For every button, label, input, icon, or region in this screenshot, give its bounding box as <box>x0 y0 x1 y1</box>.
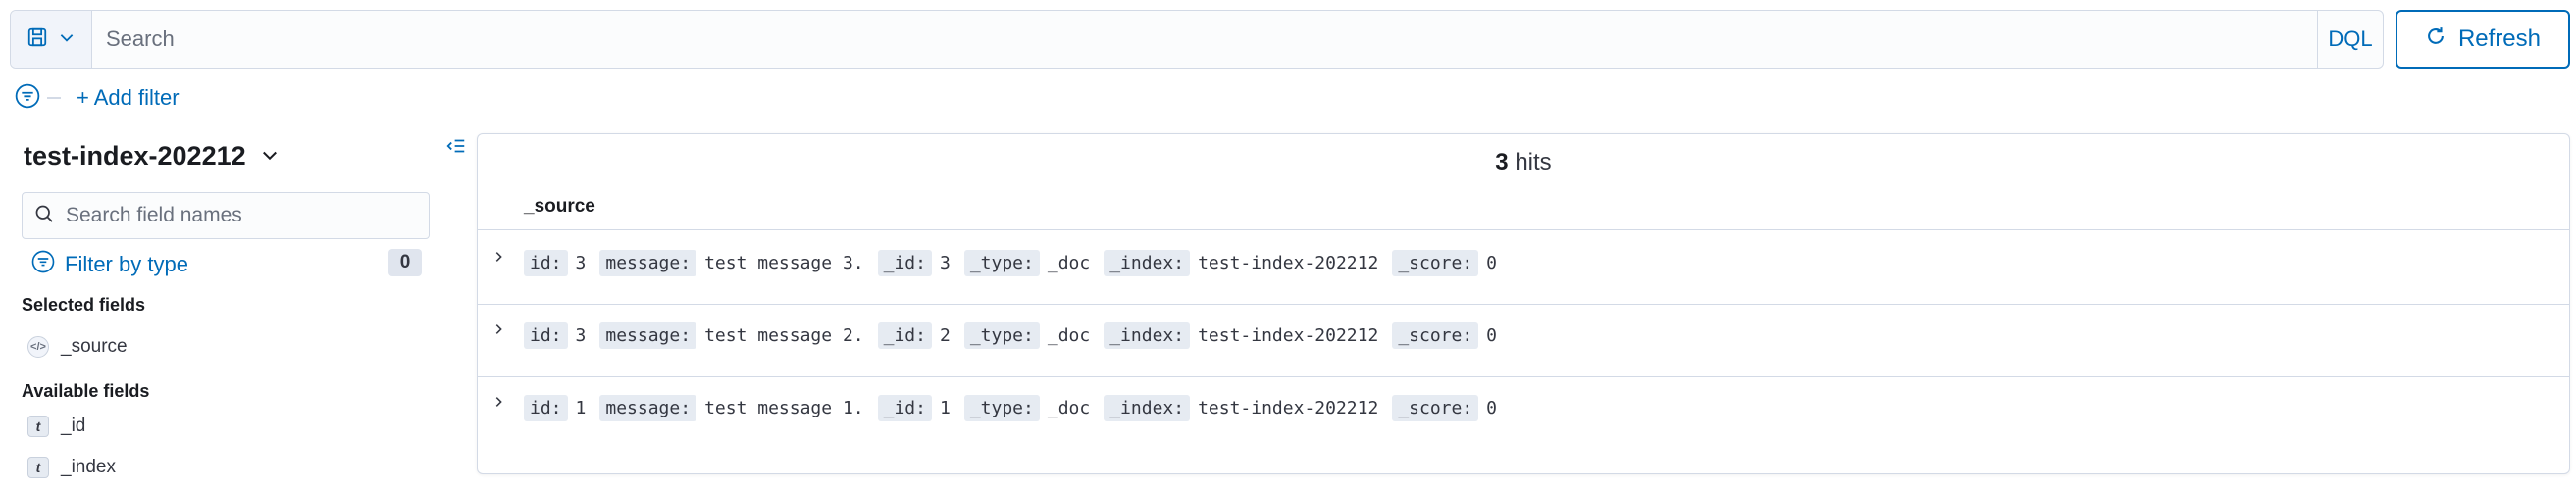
collapse-sidebar-button[interactable] <box>443 135 469 161</box>
table-row: id: 1 message: test message 1. _id: 1 _t… <box>524 392 1503 423</box>
field-name: _id <box>61 416 86 436</box>
selected-fields-title: Selected fields <box>22 295 146 315</box>
available-fields-title: Available fields <box>22 381 150 401</box>
doc-key: id: <box>524 321 568 349</box>
row-divider <box>478 376 2569 377</box>
doc-value: test message 3. <box>704 252 864 273</box>
expand-row-button[interactable] <box>489 249 508 269</box>
add-filter-button[interactable]: + Add filter <box>77 84 180 112</box>
doc-key: _index: <box>1104 321 1191 349</box>
doc-key: id: <box>524 249 568 276</box>
doc-value: test-index-202212 <box>1198 324 1379 346</box>
doc-value: test message 2. <box>704 324 864 346</box>
doc-key: message: <box>599 394 697 421</box>
doc-key: id: <box>524 394 568 421</box>
search-icon <box>34 204 54 228</box>
doc-value: 3 <box>575 252 587 273</box>
filter-icon <box>15 83 40 114</box>
doc-value: 1 <box>939 397 951 418</box>
filter-separator <box>47 97 61 99</box>
row-divider <box>478 304 2569 305</box>
doc-value: 3 <box>939 252 951 273</box>
filter-count-badge: 0 <box>388 249 422 276</box>
doc-key: _score: <box>1392 321 1479 349</box>
index-pattern-name: test-index-202212 <box>24 140 246 171</box>
doc-value: test-index-202212 <box>1198 397 1379 418</box>
doc-value: 3 <box>575 324 587 346</box>
doc-value: test message 1. <box>704 397 864 418</box>
doc-key: _index: <box>1104 394 1191 421</box>
doc-key: message: <box>599 321 697 349</box>
doc-value: 0 <box>1486 252 1498 273</box>
filter-menu-button[interactable] <box>14 83 41 114</box>
refresh-button[interactable]: Refresh <box>2396 10 2570 69</box>
doc-value: 2 <box>939 324 951 346</box>
doc-key: _index: <box>1104 249 1191 276</box>
doc-key: _score: <box>1392 249 1479 276</box>
collapse-left-icon <box>445 135 467 162</box>
save-icon <box>26 26 48 53</box>
doc-key: _type: <box>963 321 1040 349</box>
table-row: id: 3 message: test message 3. _id: 3 _t… <box>524 247 1503 278</box>
chevron-right-icon <box>491 395 505 414</box>
doc-key: _id: <box>877 249 932 276</box>
query-bar: DQL <box>10 10 2384 69</box>
doc-value: test-index-202212 <box>1198 252 1379 273</box>
doc-value: _doc <box>1047 397 1091 418</box>
doc-key: _type: <box>963 394 1040 421</box>
refresh-label: Refresh <box>2457 25 2542 52</box>
hits-label: hits <box>1515 149 1552 175</box>
doc-value: _doc <box>1047 324 1091 346</box>
filter-icon <box>31 250 55 279</box>
row-divider <box>478 229 2569 230</box>
refresh-icon <box>2425 25 2447 54</box>
search-input[interactable] <box>92 11 2317 68</box>
doc-value: 0 <box>1486 397 1498 418</box>
doc-key: _type: <box>963 249 1040 276</box>
field-item-source[interactable]: </> _source <box>27 334 128 360</box>
filter-by-type-label: Filter by type <box>65 252 188 276</box>
column-header-source: _source <box>524 196 595 217</box>
doc-key: _score: <box>1392 394 1479 421</box>
filter-by-type-button[interactable]: Filter by type <box>31 249 188 280</box>
expand-row-button[interactable] <box>489 321 508 341</box>
doc-key: _id: <box>877 394 932 421</box>
doc-value: 1 <box>575 397 587 418</box>
field-search <box>22 192 430 239</box>
doc-key: message: <box>599 249 697 276</box>
field-search-input[interactable] <box>64 203 421 228</box>
hits-count: 3 <box>1495 149 1509 175</box>
chevron-right-icon <box>491 322 505 341</box>
doc-value: 0 <box>1486 324 1498 346</box>
table-row: id: 3 message: test message 2. _id: 2 _t… <box>524 319 1503 351</box>
chevron-down-icon <box>58 28 76 51</box>
doc-key: _id: <box>877 321 932 349</box>
saved-query-button[interactable] <box>11 11 92 68</box>
field-name: _index <box>61 457 116 477</box>
expand-row-button[interactable] <box>489 394 508 414</box>
code-icon: </> <box>27 336 49 358</box>
string-type-icon: t <box>27 457 49 478</box>
hits-counter: 3 hits <box>477 149 2570 176</box>
chevron-down-icon <box>260 141 280 172</box>
field-name: _source <box>61 336 128 357</box>
chevron-right-icon <box>491 250 505 269</box>
field-item-id[interactable]: t _id <box>27 414 85 439</box>
field-item-index[interactable]: t _index <box>27 455 116 480</box>
index-pattern-selector[interactable]: test-index-202212 <box>24 139 280 172</box>
doc-value: _doc <box>1047 252 1091 273</box>
query-language-button[interactable]: DQL <box>2317 11 2383 68</box>
string-type-icon: t <box>27 416 49 437</box>
